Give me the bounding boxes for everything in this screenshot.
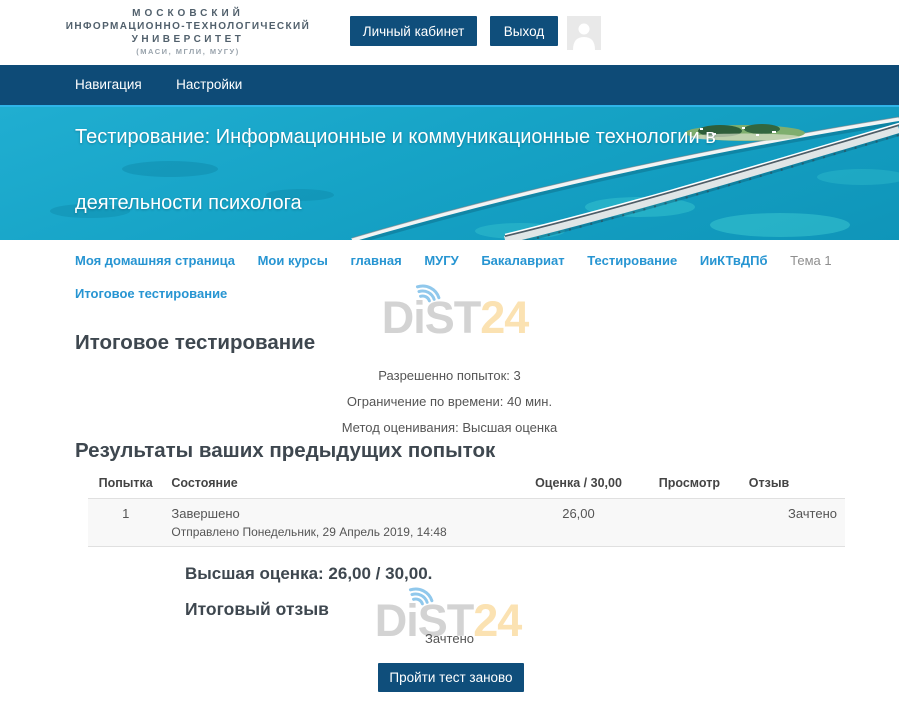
breadcrumb-row2: Итоговое тестирование bbox=[75, 286, 246, 301]
best-grade-text: Высшая оценка: 26,00 / 30,00. bbox=[185, 564, 432, 584]
final-feedback-value: Зачтено bbox=[0, 631, 899, 646]
col-state: Состояние bbox=[163, 470, 519, 499]
col-review: Просмотр bbox=[638, 470, 741, 499]
breadcrumb-item-main[interactable]: главная bbox=[350, 253, 401, 268]
cell-grade: 26,00 bbox=[519, 499, 638, 547]
university-logo: МОСКОВСКИЙ ИНФОРМАЦИОННО-ТЕХНОЛОГИЧЕСКИЙ… bbox=[62, 7, 314, 57]
cell-attempt: 1 bbox=[88, 499, 163, 547]
quiz-time-limit-info: Ограничение по времени: 40 мин. bbox=[0, 389, 899, 415]
site-header: МОСКОВСКИЙ ИНФОРМАЦИОННО-ТЕХНОЛОГИЧЕСКИЙ… bbox=[0, 0, 899, 65]
logo-line-1: МОСКОВСКИЙ bbox=[62, 7, 314, 20]
quiz-info: Разрешенно попыток: 3 Ограничение по вре… bbox=[0, 363, 899, 441]
nav-item-settings[interactable]: Настройки bbox=[176, 65, 242, 105]
breadcrumb-item-testing[interactable]: Тестирование bbox=[587, 253, 677, 268]
breadcrumb-item-courses[interactable]: Мои курсы bbox=[258, 253, 328, 268]
col-attempt: Попытка bbox=[88, 470, 163, 499]
course-title-line2: деятельности психолога bbox=[75, 192, 302, 215]
cell-review bbox=[638, 499, 741, 547]
cell-state: Завершено Отправлено Понедельник, 29 Апр… bbox=[163, 499, 519, 547]
main-navbar: Навигация Настройки bbox=[0, 65, 899, 107]
breadcrumb-item-topic: Тема 1 bbox=[790, 253, 831, 268]
attempt-state: Завершено bbox=[171, 506, 511, 521]
dist24-watermark: DiST24 bbox=[382, 295, 529, 340]
retake-quiz-button[interactable]: Пройти тест заново bbox=[378, 663, 524, 692]
col-feedback: Отзыв bbox=[741, 470, 845, 499]
breadcrumb-item-course-code[interactable]: ИиКТвДПб bbox=[700, 253, 768, 268]
logo-line-2: ИНФОРМАЦИОННО-ТЕХНОЛОГИЧЕСКИЙ bbox=[62, 20, 314, 33]
quiz-attempts-info: Разрешенно попыток: 3 bbox=[0, 363, 899, 389]
breadcrumb-item-bachelor[interactable]: Бакалавриат bbox=[481, 253, 564, 268]
final-feedback-heading: Итоговый отзыв bbox=[185, 599, 329, 620]
quiz-title: Итоговое тестирование bbox=[75, 331, 315, 355]
breadcrumb-item-final-test[interactable]: Итоговое тестирование bbox=[75, 286, 227, 301]
personal-cabinet-button[interactable]: Личный кабинет bbox=[350, 16, 477, 46]
table-row: 1 Завершено Отправлено Понедельник, 29 А… bbox=[88, 499, 845, 547]
main-content: Моя домашняя страница Мои курсы главная … bbox=[0, 240, 899, 701]
logo-line-4: (МАСИ, МГЛИ, МУГУ) bbox=[62, 46, 314, 57]
attempts-table: Попытка Состояние Оценка / 30,00 Просмот… bbox=[88, 470, 845, 547]
breadcrumb: Моя домашняя страница Мои курсы главная … bbox=[75, 253, 832, 268]
wifi-signal-icon bbox=[415, 279, 457, 307]
watermark-accent: 24 bbox=[480, 292, 528, 343]
quiz-page: МОСКОВСКИЙ ИНФОРМАЦИОННО-ТЕХНОЛОГИЧЕСКИЙ… bbox=[0, 0, 899, 701]
nav-item-navigation[interactable]: Навигация bbox=[75, 65, 142, 105]
logout-button[interactable]: Выход bbox=[490, 16, 558, 46]
wifi-signal-icon bbox=[408, 582, 450, 610]
breadcrumb-item-home[interactable]: Моя домашняя страница bbox=[75, 253, 235, 268]
user-avatar-icon bbox=[567, 16, 601, 50]
results-heading: Результаты ваших предыдущих попыток bbox=[75, 439, 495, 463]
quiz-grading-method-info: Метод оценивания: Высшая оценка bbox=[0, 415, 899, 441]
attempts-table-header: Попытка Состояние Оценка / 30,00 Просмот… bbox=[88, 470, 845, 499]
breadcrumb-item-mugu[interactable]: МУГУ bbox=[424, 253, 458, 268]
course-banner: Тестирование: Информационные и коммуника… bbox=[0, 107, 899, 240]
logo-line-3: УНИВЕРСИТЕТ bbox=[62, 33, 314, 46]
user-avatar[interactable] bbox=[567, 16, 601, 50]
col-grade: Оценка / 30,00 bbox=[519, 470, 638, 499]
attempt-submitted-date: Отправлено Понедельник, 29 Апрель 2019, … bbox=[171, 525, 511, 539]
cell-feedback: Зачтено bbox=[741, 499, 845, 547]
course-title-line1: Тестирование: Информационные и коммуника… bbox=[75, 126, 716, 149]
